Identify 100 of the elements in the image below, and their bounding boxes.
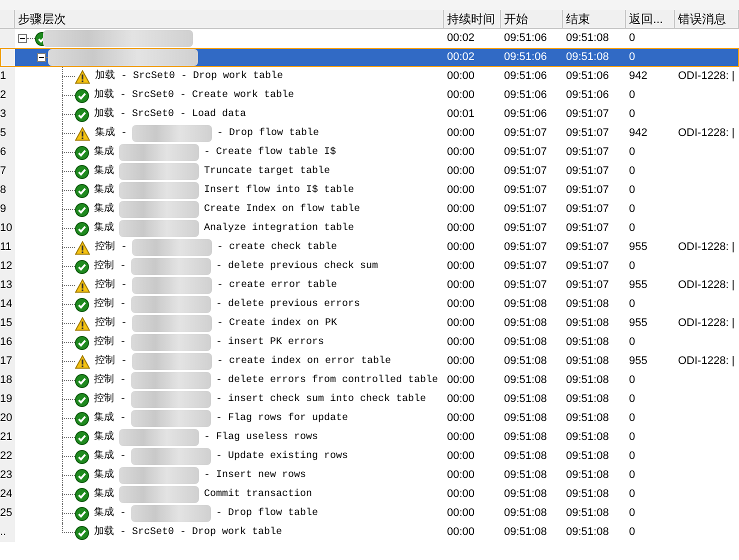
tree-row[interactable]: 10 集成 Analyze integration table 00:00 09:51:07 09:51:07 0 — [0, 219, 739, 238]
table-cell-text: 09:51:06 — [566, 69, 609, 84]
column-header[interactable]: 步骤层次 — [15, 10, 444, 28]
table-cell-text: 09:51:07 — [566, 107, 609, 122]
step-label: 控制 - — [94, 259, 126, 274]
row-number: 7 — [0, 166, 6, 177]
row-number: 3 — [0, 109, 6, 120]
tree-row[interactable]: 19 控制 - - insert check sum into check table 00:00 09:51:08 09:51:08 0 — [0, 390, 739, 409]
table-cell-text: 0 — [629, 449, 636, 464]
table-cell-text: ODI-1228: | — [678, 240, 735, 256]
table-cell-text: 955 — [629, 354, 648, 370]
tree-row[interactable]: 25 集成 - - Drop flow table 00:00 09:51:08 09:51:08 0 — [0, 504, 739, 523]
tree-row[interactable]: 15 控制 - - Create index on PK 00:00 09:51:08 09:51:08 955 ODI-1228: | — [0, 314, 739, 333]
table-cell-text: 09:51:08 — [566, 487, 609, 502]
step-label: 控制 - — [95, 278, 128, 293]
row-number: 6 — [0, 147, 6, 158]
table-cell-text: 09:51:07 — [566, 221, 609, 236]
table-cell-text: 00:00 — [447, 202, 475, 218]
table-cell-text: 00:00 — [447, 430, 475, 446]
table-cell-text: 00:00 — [447, 221, 475, 236]
step-label: 集成 — [94, 430, 114, 445]
tree-row[interactable]: 22 集成 - - Update existing rows 00:00 09:51:08 09:51:08 0 — [0, 447, 739, 466]
column-header[interactable]: 结束 — [563, 10, 626, 28]
table-cell-text: 09:51:08 — [566, 449, 609, 464]
tree-row[interactable]: 1 加载 - SrcSet0 - Drop work table 00:00 09:51:06 09:51:06 942 ODI-1228: | — [0, 67, 739, 86]
table-cell-text: 00:00 — [447, 145, 475, 160]
table-cell-text: 942 — [629, 126, 648, 142]
column-header[interactable]: 持续时间 — [444, 10, 501, 28]
tree-row[interactable]: 23 集成 - Insert new rows 00:00 09:51:08 09:51:08 0 — [0, 466, 739, 485]
tree-row[interactable]: 9 集成 Create Index on flow table 00:00 09:51:07 09:51:07 0 — [0, 200, 739, 219]
row-number: 19 — [0, 394, 12, 405]
step-label: 控制 - — [94, 335, 126, 350]
table-cell-text: 09:51:08 — [504, 354, 547, 370]
step-action: - create check table — [217, 240, 338, 255]
tree-row[interactable]: 6 集成 - Create flow table I$ 00:00 09:51:07 09:51:07 0 — [0, 143, 739, 162]
table-cell-text: 0 — [629, 221, 636, 236]
row-number: 21 — [0, 432, 12, 443]
collapse-icon[interactable] — [37, 53, 46, 62]
table-cell-text: 09:51:07 — [504, 145, 547, 160]
tree-row[interactable]: 18 控制 - - delete errors from controlled table 00:00 09:51:08 09:51:08 0 — [0, 371, 739, 390]
tree-row[interactable]: 5 集成 - - Drop flow table 00:00 09:51:07 09:51:07 942 ODI-1228: | — [0, 124, 739, 143]
row-number: 1 — [0, 71, 6, 82]
tree-row[interactable]: 11 控制 - - create check table 00:00 09:51:07 09:51:07 955 ODI-1228: | — [0, 238, 739, 257]
row-number: 17 — [0, 356, 12, 367]
table-cell-text: 00:00 — [447, 278, 475, 294]
step-action: - create error table — [217, 278, 338, 293]
step-action: - Update existing rows — [216, 450, 348, 464]
tree-row[interactable]: 00:02 09:51:06 09:51:08 0 — [0, 48, 739, 67]
table-cell-text: 09:51:07 — [504, 278, 547, 294]
step-label: 集成 — [94, 468, 114, 483]
row-number: 12 — [0, 261, 12, 272]
table-cell-text: 09:51:08 — [504, 335, 547, 350]
tree-row[interactable]: .. 加载 - SrcSet0 - Drop work table 00:00 09:51:08 09:51:08 0 — [0, 523, 739, 542]
step-label: 加载 - SrcSet0 - Drop work table — [95, 69, 284, 84]
table-cell-text: 0 — [629, 145, 636, 160]
step-action: - Drop flow table — [217, 126, 320, 141]
step-label: 控制 - — [95, 316, 128, 331]
step-label: 集成 — [94, 145, 114, 160]
collapse-icon[interactable] — [18, 34, 27, 43]
table-cell-text: 09:51:08 — [504, 506, 547, 522]
tree-row[interactable]: 13 控制 - - create error table 00:00 09:51:07 09:51:07 955 ODI-1228: | — [0, 276, 739, 295]
row-number: 10 — [0, 223, 12, 234]
row-number: 11 — [0, 242, 12, 253]
tree-row[interactable]: 7 集成 Truncate target table 00:00 09:51:07 09:51:07 0 — [0, 162, 739, 181]
step-label: 集成 — [94, 487, 114, 502]
tree-row[interactable]: 12 控制 - - delete previous check sum 00:00 09:51:07 09:51:07 0 — [0, 257, 739, 276]
table-cell-text: 0 — [629, 259, 636, 274]
table-cell-text: 0 — [629, 335, 636, 350]
table-cell-text: 942 — [629, 69, 648, 84]
table-cell-text: ODI-1228: | — [678, 316, 735, 332]
tree-row[interactable]: 24 集成 Commit transaction 00:00 09:51:08 09:51:08 0 — [0, 485, 739, 504]
table-cell-text: 00:00 — [447, 392, 475, 408]
table-cell-text: 955 — [629, 240, 648, 256]
table-cell-text: 00:00 — [447, 297, 475, 312]
tree-row[interactable]: 20 集成 - - Flag rows for update 00:00 09:51:08 09:51:08 0 — [0, 409, 739, 428]
table-cell-text: 09:51:06 — [504, 88, 547, 104]
table-cell-text: 00:00 — [447, 525, 475, 540]
column-header[interactable]: 返回... — [626, 10, 675, 28]
tree-row[interactable]: 21 集成 - Flag useless rows 00:00 09:51:08 09:51:08 0 — [0, 428, 739, 447]
tree-row[interactable]: 2 加载 - SrcSet0 - Create work table 00:00 09:51:06 09:51:06 0 — [0, 86, 739, 105]
step-action: - Create flow table I$ — [204, 146, 336, 160]
table-cell-text: 09:51:08 — [566, 525, 609, 540]
table-cell-text: 00:00 — [447, 506, 475, 522]
table-cell-text: 09:51:07 — [504, 221, 547, 236]
tree-row[interactable]: 8 集成 Insert flow into I$ table 00:00 09:51:07 09:51:07 0 — [0, 181, 739, 200]
column-header[interactable]: 开始 — [501, 10, 563, 28]
tree-row[interactable]: 00:02 09:51:06 09:51:08 0 — [0, 29, 739, 48]
step-action: Analyze integration table — [204, 222, 354, 236]
table-cell-text: 0 — [629, 487, 636, 502]
table-cell-text: 0 — [629, 430, 636, 446]
tree-row[interactable]: 14 控制 - - delete previous errors 00:00 09:51:08 09:51:08 0 — [0, 295, 739, 314]
step-label: 控制 - — [95, 354, 128, 369]
table-cell-text: 00:02 — [447, 50, 475, 66]
step-action: - insert check sum into check table — [216, 392, 426, 407]
tree-row[interactable]: 3 加载 - SrcSet0 - Load data 00:01 09:51:06 09:51:07 0 — [0, 105, 739, 124]
column-header[interactable]: 错误消息 — [675, 10, 739, 28]
tree-row[interactable]: 17 控制 - - create index on error table 00:00 09:51:08 09:51:08 955 ODI-1228: | — [0, 352, 739, 371]
table-cell-text: 0 — [629, 31, 636, 46]
tree-row[interactable]: 16 控制 - - insert PK errors 00:00 09:51:08 09:51:08 0 — [0, 333, 739, 352]
table-cell-text: ODI-1228: | — [678, 354, 735, 370]
